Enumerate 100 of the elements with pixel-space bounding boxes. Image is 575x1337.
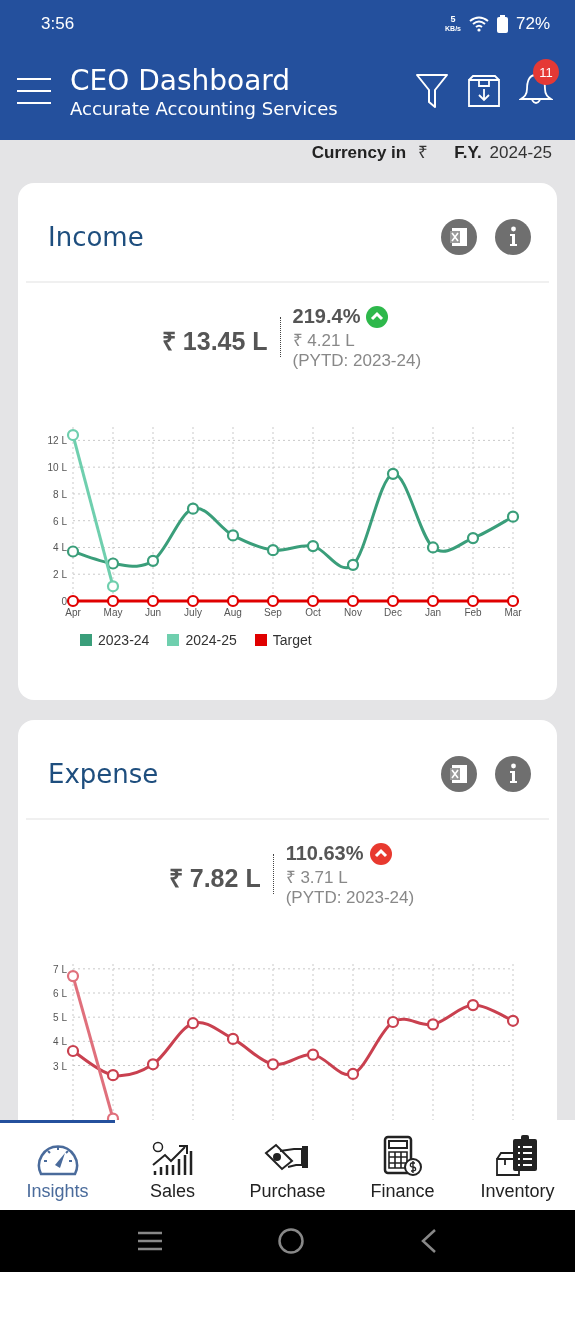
- menu-icon[interactable]: [16, 77, 52, 105]
- data-point: [186, 502, 200, 515]
- data-point: [106, 1069, 120, 1082]
- legend-swatch: [167, 634, 180, 646]
- x-axis-label: Mar: [504, 607, 522, 618]
- data-point: [266, 544, 280, 557]
- app-title: CEO Dashboard: [70, 63, 292, 98]
- data-point: [266, 1058, 280, 1071]
- legend-label: 2023-24: [98, 632, 150, 648]
- x-axis-label: Feb: [464, 607, 482, 618]
- data-point: [186, 594, 200, 608]
- filter-icon[interactable]: [415, 73, 449, 109]
- company-name: Accurate Accounting Services: [70, 97, 339, 119]
- x-axis-label: Aug: [224, 607, 242, 618]
- data-point: [386, 594, 400, 608]
- x-axis-label: Sep: [264, 607, 282, 618]
- nav-tab[interactable]: Purchase: [230, 1120, 345, 1210]
- data-point: [66, 970, 80, 983]
- data-point: [66, 1044, 80, 1058]
- download-box-icon[interactable]: [467, 74, 501, 108]
- data-point: [106, 557, 120, 570]
- data-point: [386, 1015, 400, 1029]
- clock: 3:56: [41, 14, 75, 34]
- data-point: [346, 594, 360, 608]
- info-icon[interactable]: [495, 219, 531, 255]
- currency-label: Currency in: [311, 143, 407, 163]
- x-axis-label: Apr: [65, 607, 81, 618]
- calculator-icon: [382, 1135, 423, 1177]
- data-point: [466, 999, 480, 1012]
- y-axis-label: 6 L: [53, 515, 67, 527]
- battery-level: 72%: [515, 14, 550, 34]
- x-axis-label: Jun: [144, 607, 162, 618]
- data-point: [466, 594, 480, 608]
- fy-label: F.Y.: [454, 143, 482, 163]
- recent-apps-icon[interactable]: [137, 1231, 164, 1251]
- data-point: [66, 428, 80, 442]
- data-point: [226, 594, 240, 608]
- data-point: [266, 594, 280, 608]
- data-point: [146, 1058, 160, 1071]
- x-axis-label: July: [184, 607, 202, 618]
- data-point: [306, 540, 320, 553]
- legend-swatch: [80, 634, 92, 646]
- nav-tab[interactable]: Sales: [115, 1120, 230, 1210]
- notification-badge: 11: [533, 59, 559, 85]
- data-point: [146, 554, 160, 567]
- y-axis-label: 10 L: [47, 462, 67, 474]
- data-point: [306, 594, 320, 608]
- y-axis-label: 3 L: [53, 1060, 67, 1072]
- previous-period-note: (PYTD: 2023-24): [292, 351, 422, 371]
- legend-label: Target: [272, 632, 312, 648]
- data-point: [426, 594, 440, 608]
- x-axis-label: Dec: [384, 607, 402, 618]
- spreadsheet-icon[interactable]: [441, 756, 477, 792]
- previous-value: ₹ 4.21 L: [292, 330, 356, 351]
- data-point: [346, 1067, 360, 1081]
- data-point: [226, 529, 240, 542]
- data-point: [346, 558, 360, 571]
- data-point: [506, 594, 520, 608]
- y-axis-label: 5 L: [53, 1012, 67, 1024]
- data-point: [466, 532, 480, 545]
- total-value: ₹ 13.45 L: [161, 326, 268, 357]
- change-percent: 110.63%: [285, 842, 364, 865]
- data-point: [426, 541, 440, 554]
- nav-tab[interactable]: Inventory: [460, 1120, 575, 1210]
- total-value: ₹ 7.82 L: [168, 863, 261, 894]
- data-point: [66, 594, 80, 608]
- data-point: [226, 1032, 240, 1045]
- legend-swatch: [254, 634, 267, 646]
- wifi-icon: [468, 16, 489, 32]
- previous-period-note: (PYTD: 2023-24): [285, 888, 415, 908]
- data-point: [426, 1018, 440, 1031]
- data-point: [506, 1014, 520, 1027]
- data-point: [306, 1048, 320, 1061]
- data-point: [106, 594, 120, 608]
- y-axis-label: 0: [61, 596, 67, 607]
- currency-symbol: ₹: [418, 142, 429, 163]
- battery-icon: [496, 15, 508, 33]
- data-point: [106, 580, 120, 593]
- data-point: [146, 594, 160, 608]
- y-axis-label: 6 L: [53, 988, 67, 999]
- x-axis-label: Nov: [344, 607, 362, 618]
- nav-tab[interactable]: Finance: [345, 1120, 460, 1210]
- change-percent: 219.4%: [292, 305, 361, 328]
- x-axis-label: Jan: [424, 607, 442, 618]
- info-icon[interactable]: [495, 756, 531, 792]
- x-axis-label: Oct: [305, 607, 321, 618]
- spreadsheet-icon[interactable]: [441, 219, 477, 255]
- growth-chart-icon: [150, 1141, 195, 1177]
- y-axis-label: 7 L: [53, 963, 67, 975]
- y-axis-label: 4 L: [53, 542, 67, 554]
- home-icon[interactable]: [277, 1227, 306, 1255]
- data-point: [386, 467, 400, 480]
- y-axis-label: 12 L: [47, 435, 67, 447]
- card-title: Income: [48, 222, 145, 252]
- data-point: [186, 1017, 200, 1030]
- fy-value: 2024-25: [489, 143, 552, 163]
- back-icon[interactable]: [419, 1228, 438, 1254]
- previous-value: ₹ 3.71 L: [285, 867, 349, 888]
- y-axis-label: 8 L: [53, 488, 67, 500]
- card-title: Expense: [48, 759, 160, 789]
